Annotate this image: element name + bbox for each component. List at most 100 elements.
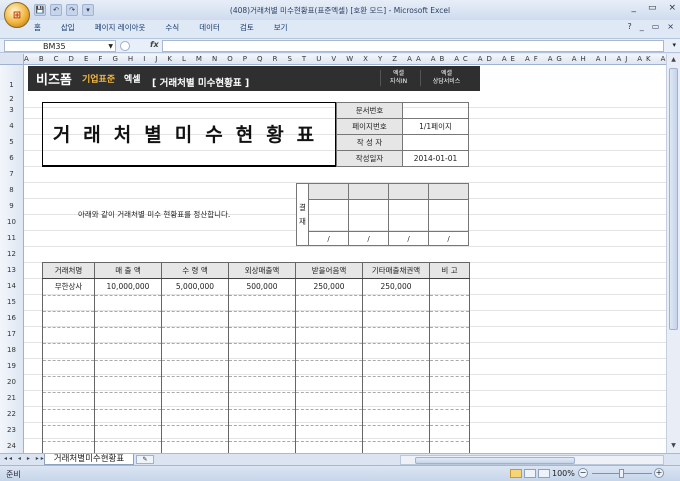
cell-client[interactable] (42, 360, 95, 378)
tab-home[interactable]: 홈 (34, 22, 41, 36)
row-header[interactable]: 12 (0, 250, 23, 258)
row-header[interactable]: 2 (0, 95, 23, 103)
approval-header-cell[interactable] (348, 183, 389, 200)
row-header[interactable]: 20 (0, 378, 23, 386)
approval-header-cell[interactable] (308, 183, 349, 200)
tab-data[interactable]: 데이터 (199, 22, 220, 36)
approval-sign-cell[interactable] (308, 199, 349, 232)
select-all-corner[interactable] (0, 54, 24, 64)
cell-credit-sales[interactable] (228, 392, 296, 410)
cell-credit-sales[interactable] (228, 360, 296, 378)
cell-notes-receivable[interactable]: 250,000 (295, 278, 363, 296)
cell-sales[interactable] (94, 392, 162, 410)
workbook-close-button[interactable]: × (667, 22, 674, 31)
cell-other-receivables[interactable] (362, 311, 430, 329)
column-header-labels[interactable]: A B C D E F G H I J K L M N O P Q R S T … (24, 54, 666, 64)
cell-remarks[interactable] (429, 278, 470, 296)
row-header[interactable]: 9 (0, 202, 23, 210)
cell-received[interactable] (161, 392, 229, 410)
row-header[interactable]: 4 (0, 122, 23, 130)
cell-notes-receivable[interactable] (295, 295, 363, 312)
scroll-up-icon[interactable]: ▲ (669, 56, 678, 65)
workbook-restore-button[interactable]: ▭ (652, 22, 660, 31)
cell-remarks[interactable] (429, 295, 470, 312)
cell-other-receivables[interactable] (362, 327, 430, 345)
page-layout-view-icon[interactable] (524, 469, 536, 478)
cell-sales[interactable] (94, 376, 162, 394)
zoom-in-icon[interactable]: + (654, 468, 664, 478)
name-box[interactable]: BM35 ▼ (4, 40, 116, 52)
info-value[interactable]: 2014-01-01 (402, 150, 469, 167)
cell-received[interactable] (161, 295, 229, 312)
cell-client[interactable] (42, 343, 95, 361)
cell-client[interactable] (42, 311, 95, 329)
cell-sales[interactable] (94, 343, 162, 361)
cell-credit-sales[interactable] (228, 295, 296, 312)
office-button[interactable]: ⊞ (4, 2, 30, 28)
cell-credit-sales[interactable] (228, 425, 296, 443)
workbook-minimize-button[interactable]: _ (640, 22, 644, 31)
cell-other-receivables[interactable] (362, 392, 430, 410)
minimize-button[interactable]: _ (631, 3, 636, 13)
cell-notes-receivable[interactable] (295, 441, 363, 453)
vertical-scrollbar[interactable]: ▲ ▼ (666, 54, 680, 453)
tab-page-layout[interactable]: 페이지 레이아웃 (95, 22, 146, 36)
cell-notes-receivable[interactable] (295, 311, 363, 329)
row-header[interactable]: 6 (0, 154, 23, 162)
cell-received[interactable] (161, 343, 229, 361)
info-value[interactable] (402, 102, 469, 119)
zoom-slider-knob[interactable] (619, 469, 624, 478)
horizontal-scroll-thumb[interactable] (415, 457, 575, 464)
cell-received[interactable] (161, 441, 229, 453)
cell-client[interactable] (42, 392, 95, 410)
approval-date-cell[interactable]: / (348, 231, 389, 246)
cell-sales[interactable] (94, 295, 162, 312)
cell-received[interactable] (161, 409, 229, 426)
cell-client[interactable] (42, 441, 95, 453)
cell-notes-receivable[interactable] (295, 425, 363, 443)
approval-date-cell[interactable]: / (428, 231, 469, 246)
cell-notes-receivable[interactable] (295, 327, 363, 345)
cell-remarks[interactable] (429, 392, 470, 410)
excel-knowledge-link[interactable]: 엑셀 지식IN (380, 70, 416, 86)
help-icon[interactable]: ? (627, 22, 631, 31)
tab-formulas[interactable]: 수식 (165, 22, 179, 36)
tab-review[interactable]: 검토 (240, 22, 254, 36)
cell-other-receivables[interactable] (362, 343, 430, 361)
cell-client[interactable] (42, 295, 95, 312)
row-header[interactable]: 3 (0, 106, 23, 114)
cell-received[interactable] (161, 360, 229, 378)
maximize-button[interactable]: ▭ (648, 3, 657, 13)
cell-credit-sales[interactable] (228, 343, 296, 361)
cell-remarks[interactable] (429, 409, 470, 426)
close-button[interactable]: × (668, 3, 676, 13)
cell-notes-receivable[interactable] (295, 409, 363, 426)
cell-remarks[interactable] (429, 360, 470, 378)
cell-credit-sales[interactable]: 500,000 (228, 278, 296, 296)
tab-view[interactable]: 보기 (274, 22, 288, 36)
zoom-out-icon[interactable]: − (578, 468, 588, 478)
sheet-nav-arrows[interactable]: ◂◂ ◂ ▸ ▸▸ (4, 455, 46, 462)
cell-notes-receivable[interactable] (295, 343, 363, 361)
cell-other-receivables[interactable] (362, 295, 430, 312)
cell-other-receivables[interactable] (362, 409, 430, 426)
row-header[interactable]: 13 (0, 266, 23, 274)
row-header[interactable]: 10 (0, 218, 23, 226)
cell-sales[interactable] (94, 360, 162, 378)
cell-sales[interactable] (94, 425, 162, 443)
row-header[interactable]: 18 (0, 346, 23, 354)
row-header[interactable]: 5 (0, 138, 23, 146)
row-header[interactable]: 11 (0, 234, 23, 242)
tab-insert[interactable]: 삽입 (61, 22, 75, 36)
row-header[interactable]: 8 (0, 186, 23, 194)
excel-consult-link[interactable]: 엑셀 상담서비스 (420, 70, 472, 86)
approval-sign-cell[interactable] (348, 199, 389, 232)
page-break-view-icon[interactable] (538, 469, 550, 478)
row-header[interactable]: 24 (0, 442, 23, 450)
cell-received[interactable] (161, 376, 229, 394)
row-header[interactable]: 14 (0, 282, 23, 290)
cell-other-receivables[interactable]: 250,000 (362, 278, 430, 296)
cell-client[interactable] (42, 327, 95, 345)
cell-notes-receivable[interactable] (295, 376, 363, 394)
cell-notes-receivable[interactable] (295, 392, 363, 410)
